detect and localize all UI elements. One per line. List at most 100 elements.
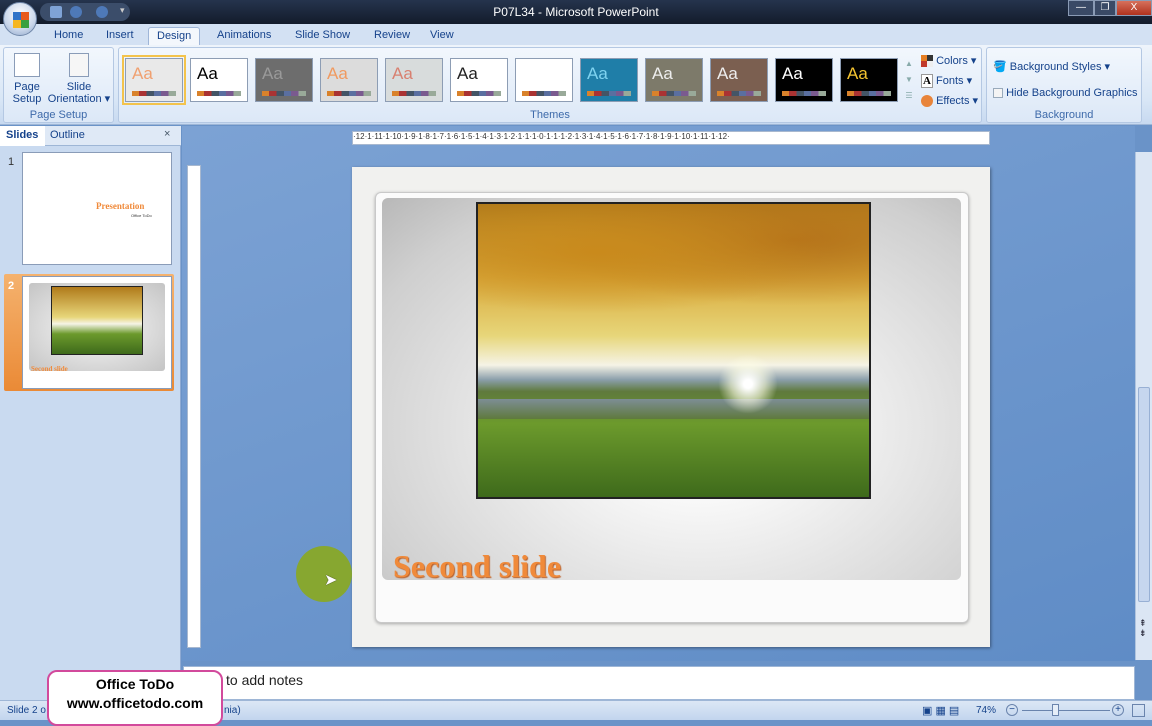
effects-button[interactable]: Effects ▾ (921, 94, 978, 108)
office-button[interactable] (3, 2, 37, 36)
theme-color-swatches (197, 91, 241, 96)
fit-to-window-icon[interactable] (1132, 704, 1145, 717)
thumb-subtitle: Office ToDo (131, 213, 152, 218)
effects-label: Effects (936, 95, 970, 107)
theme-sample-text: Aa (132, 64, 153, 83)
slides-panel: Slides Outline × 1 Presentation Office T… (0, 126, 181, 700)
theme-sample-text: Aa (262, 64, 283, 83)
page-setup-button[interactable]: Page Setup (8, 51, 46, 105)
theme-color-swatches (782, 91, 826, 96)
slide-title[interactable]: Second slide (393, 548, 561, 585)
watermark: Office ToDo www.officetodo.com (47, 670, 223, 726)
theme-sample-text: Aa (392, 64, 413, 83)
slide-orientation-icon (69, 53, 89, 77)
tab-design[interactable]: Design (148, 27, 201, 45)
hide-background-graphics-checkbox[interactable]: Hide Background Graphics (993, 87, 1138, 99)
theme-thumbnail[interactable]: Aa (320, 58, 378, 102)
background-group: 🪣 Background Styles ▾ Hide Background Gr… (986, 47, 1142, 123)
vertical-ruler[interactable] (187, 165, 201, 648)
zoom-level[interactable]: 74% (976, 705, 996, 716)
tab-slide-show[interactable]: Slide Show (287, 27, 358, 45)
theme-color-swatches (847, 91, 891, 96)
fonts-button[interactable]: A Fonts ▾ (921, 74, 972, 88)
theme-color-swatches (522, 91, 566, 96)
theme-sample-text: Aa (782, 64, 803, 83)
tab-home[interactable]: Home (46, 27, 91, 45)
office-logo-icon (13, 12, 29, 28)
colors-button[interactable]: Colors ▾ (921, 54, 976, 68)
group-label: Page Setup (29, 109, 88, 121)
foliage (478, 204, 869, 324)
zoom-in-button[interactable]: + (1112, 704, 1124, 716)
group-label: Background (1034, 109, 1094, 121)
themes-group: Aa Aa Aa Aa Aa Aa Aa Aa Aa Aa Aa Aa ▲ ▼ ☰ Colors ▾ A … (118, 47, 982, 123)
notes-pane[interactable]: to add notes (183, 666, 1135, 700)
theme-color-swatches (327, 91, 371, 96)
slide-thumbnail-1[interactable]: Presentation Office ToDo (22, 152, 172, 265)
slide-thumbnail-2[interactable]: Second slide (22, 276, 172, 389)
theme-color-swatches (652, 91, 696, 96)
theme-thumbnail[interactable]: Aa (450, 58, 508, 102)
zoom-out-button[interactable]: − (1006, 704, 1018, 716)
theme-thumbnail[interactable]: Aa (190, 58, 248, 102)
theme-color-swatches (587, 91, 631, 96)
zoom-slider[interactable] (1022, 704, 1110, 716)
theme-thumbnail[interactable]: Aa (840, 58, 898, 102)
customize-qat-icon[interactable]: ▾ (120, 5, 125, 16)
close-panel-button[interactable]: × (164, 128, 170, 140)
theme-thumbnail[interactable]: Aa (385, 58, 443, 102)
theme-sample-text: Aa (522, 64, 543, 83)
hills (478, 399, 869, 419)
autumn-tree-picture[interactable] (476, 202, 871, 499)
title-bar: P07L34 - Microsoft PowerPoint ▾ — ❐ X (0, 0, 1152, 24)
theme-color-swatches (457, 91, 501, 96)
fonts-icon: A (921, 74, 933, 88)
scroll-thumb[interactable] (1138, 387, 1150, 602)
fonts-label: Fonts (936, 75, 964, 87)
horizontal-ruler[interactable]: ·12·1·11·1·10·1·9·1·8·1·7·1·6·1·5·1·4·1·… (352, 131, 990, 145)
thumb-photo (51, 286, 143, 355)
theme-thumbnail[interactable]: Aa (515, 58, 573, 102)
save-icon[interactable] (50, 6, 62, 18)
undo-icon[interactable] (70, 6, 82, 18)
minimize-button[interactable]: — (1068, 0, 1094, 16)
quick-access-toolbar: ▾ (40, 3, 130, 21)
theme-sample-text: Aa (457, 64, 478, 83)
watermark-line1: Office ToDo (95, 676, 175, 692)
sun (718, 354, 778, 414)
theme-thumbnail[interactable]: Aa (122, 55, 186, 105)
theme-sample-text: Aa (717, 64, 738, 83)
theme-sample-text: Aa (197, 64, 218, 83)
tab-outline[interactable]: Outline (50, 129, 85, 141)
zoom-slider-thumb[interactable] (1051, 704, 1059, 716)
theme-thumbnail[interactable]: Aa (710, 58, 768, 102)
tab-insert[interactable]: Insert (98, 27, 142, 45)
slide-number: 1 (8, 156, 15, 168)
vertical-scrollbar[interactable]: ⇞ ⇟ (1135, 152, 1152, 660)
theme-thumbnail[interactable]: Aa (645, 58, 703, 102)
close-button[interactable]: X (1116, 0, 1152, 16)
theme-color-swatches (132, 91, 176, 96)
restore-button[interactable]: ❐ (1094, 0, 1116, 16)
theme-thumbnail[interactable]: Aa (255, 58, 313, 102)
prev-next-slide-buttons[interactable]: ⇞ ⇟ (1139, 618, 1147, 638)
tab-view[interactable]: View (422, 27, 462, 45)
colors-icon (921, 55, 933, 68)
theme-thumbnail[interactable]: Aa (580, 58, 638, 102)
tab-review[interactable]: Review (366, 27, 418, 45)
tab-slides[interactable]: Slides (0, 126, 45, 146)
theme-sample-text: Aa (652, 64, 673, 83)
ribbon: Page Setup Slide Orientation ▾ Page Setu… (0, 45, 1152, 125)
redo-icon[interactable] (96, 6, 108, 18)
gallery-scroll[interactable]: ▲ ▼ ☰ (903, 56, 915, 106)
background-styles-button[interactable]: 🪣 Background Styles ▾ (993, 60, 1110, 73)
window-title: P07L34 - Microsoft PowerPoint (493, 5, 659, 19)
hide-background-graphics-label: Hide Background Graphics (1006, 87, 1138, 99)
tab-animations[interactable]: Animations (209, 27, 279, 45)
slide-orientation-button[interactable]: Slide Orientation ▾ (46, 51, 112, 105)
view-buttons[interactable]: ▣ ▦ ▤ (922, 704, 959, 717)
paint-bucket-icon: 🪣 (993, 61, 1007, 73)
checkbox-icon (993, 88, 1003, 99)
page-setup-group: Page Setup Slide Orientation ▾ Page Setu… (3, 47, 114, 123)
theme-thumbnail[interactable]: Aa (775, 58, 833, 102)
